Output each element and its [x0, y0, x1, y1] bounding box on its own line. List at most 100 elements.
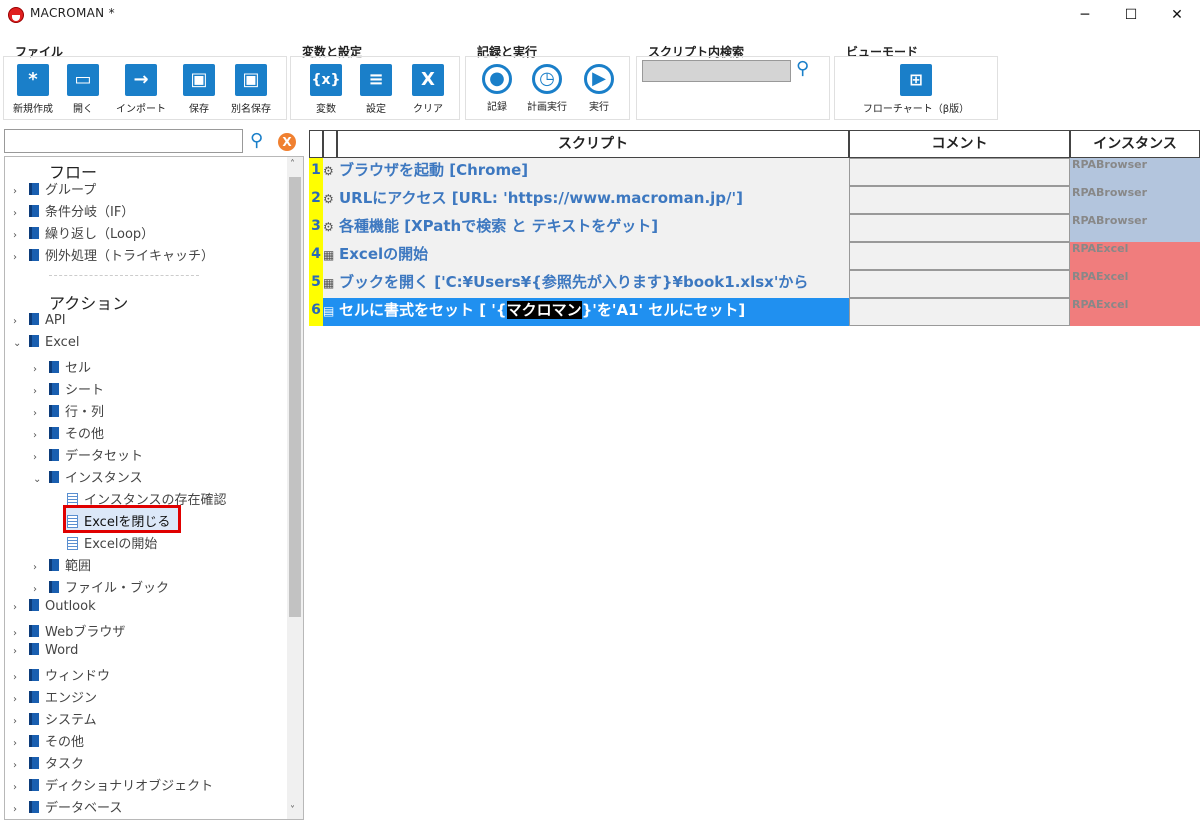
- row-number: 4: [309, 242, 323, 270]
- tree-item-webbrowser[interactable]: › Webブラウザ: [13, 621, 125, 641]
- instance-cell: RPABrowser: [1070, 186, 1200, 214]
- tree-item-cell[interactable]: › セル: [33, 357, 91, 377]
- script-row-selected[interactable]: 6 ▤ セルに書式をセット [ '{マクロマン}'を'A1' セルにセット] RP…: [309, 298, 1200, 326]
- script-text[interactable]: ▦ ブックを開く ['C:¥Users¥{参照先が入ります}¥book1.xlsx…: [323, 270, 849, 298]
- browser-action-icon: ⚙: [323, 192, 334, 206]
- save-icon: ▣: [183, 64, 215, 96]
- scroll-up-icon[interactable]: ˄: [290, 159, 295, 170]
- script-text[interactable]: ⚙ 各種機能 [XPathで検索 と テキストをゲット]: [323, 214, 849, 242]
- script-grid: スクリプト コメント インスタンス 1 ⚙ ブラウザを起動 [Chrome] RP…: [309, 130, 1200, 330]
- search-icon[interactable]: ⚲: [796, 58, 809, 79]
- tree-item-label: 条件分岐（IF）: [45, 205, 135, 220]
- tree-item-label: Outlook: [45, 599, 96, 614]
- book-icon: [29, 625, 39, 637]
- new-icon: *: [17, 64, 49, 96]
- browser-action-icon: ⚙: [323, 164, 334, 178]
- script-row[interactable]: 3 ⚙ 各種機能 [XPathで検索 と テキストをゲット] RPABrowser: [309, 214, 1200, 242]
- script-row[interactable]: 1 ⚙ ブラウザを起動 [Chrome] RPABrowser: [309, 158, 1200, 186]
- tree-item-label: エンジン: [45, 691, 98, 706]
- book-icon: [29, 249, 39, 261]
- tree-item-word[interactable]: › Word: [13, 643, 78, 663]
- comment-cell[interactable]: [849, 242, 1070, 270]
- schedule-button[interactable]: ◷ 計画実行: [517, 64, 577, 113]
- script-label: セルに書式をセット [ '{: [339, 301, 507, 319]
- script-row[interactable]: 5 ▦ ブックを開く ['C:¥Users¥{参照先が入ります}¥book1.xl…: [309, 270, 1200, 298]
- tree-item-other[interactable]: › その他: [33, 423, 104, 443]
- script-text[interactable]: ▦ Excelの開始: [323, 242, 849, 270]
- tree-item-window[interactable]: › ウィンドウ: [13, 665, 110, 685]
- clock-icon: ◷: [532, 64, 562, 94]
- settings-button[interactable]: ≡ 設定: [346, 64, 406, 115]
- script-text[interactable]: ▤ セルに書式をセット [ '{マクロマン}'を'A1' セルにセット]: [323, 298, 849, 326]
- search-icon[interactable]: ⚲: [250, 130, 263, 151]
- record-icon: ●: [482, 64, 512, 94]
- tree-item-range[interactable]: › 範囲: [33, 555, 91, 575]
- comment-cell[interactable]: [849, 214, 1070, 242]
- instance-column-header[interactable]: インスタンス: [1070, 130, 1200, 158]
- book-icon: [49, 471, 59, 483]
- script-label: }'を'A1' セルにセット]: [581, 301, 746, 319]
- minimize-button[interactable]: ─: [1062, 0, 1108, 30]
- book-icon: [29, 669, 39, 681]
- open-button[interactable]: ▭ 開く: [53, 64, 113, 115]
- maximize-button[interactable]: ☐: [1108, 0, 1154, 30]
- document-icon: [67, 515, 78, 528]
- scroll-down-icon[interactable]: ˅: [290, 805, 295, 816]
- tree-item-file-book[interactable]: › ファイル・ブック: [33, 577, 169, 597]
- tree-item-if[interactable]: › 条件分岐（IF）: [13, 201, 134, 221]
- chevron-right-icon: ›: [13, 716, 17, 727]
- clear-search-icon[interactable]: X: [278, 133, 296, 151]
- save-as-label: 別名保存: [231, 104, 271, 115]
- tree-item-excel[interactable]: ⌄ Excel: [13, 335, 79, 355]
- script-column-header[interactable]: スクリプト: [337, 130, 849, 158]
- tree-item-dataset[interactable]: › データセット: [33, 445, 143, 465]
- tree-item-dictionary[interactable]: › ディクショナリオブジェクト: [13, 775, 213, 795]
- tree-item-api[interactable]: › API: [13, 313, 66, 333]
- import-button[interactable]: → インポート: [111, 64, 171, 115]
- book-icon: [29, 205, 39, 217]
- tree-item-outlook[interactable]: › Outlook: [13, 599, 96, 619]
- script-row[interactable]: 2 ⚙ URLにアクセス [URL: 'https://www.macroman.…: [309, 186, 1200, 214]
- tree-item-instance[interactable]: ⌄ インスタンス: [33, 467, 142, 487]
- script-text[interactable]: ⚙ URLにアクセス [URL: 'https://www.macroman.jp…: [323, 186, 849, 214]
- tree-item-label: ディクショナリオブジェクト: [45, 779, 214, 794]
- comment-cell[interactable]: [849, 298, 1070, 326]
- tree-item-other2[interactable]: › その他: [13, 731, 84, 751]
- close-button[interactable]: ✕: [1154, 0, 1200, 30]
- comment-cell[interactable]: [849, 270, 1070, 298]
- chevron-right-icon: ›: [13, 230, 17, 241]
- tree-item-label: ファイル・ブック: [65, 581, 170, 596]
- tree-item-engine[interactable]: › エンジン: [13, 687, 97, 707]
- comment-cell[interactable]: [849, 158, 1070, 186]
- scroll-thumb[interactable]: [289, 177, 301, 617]
- comment-cell[interactable]: [849, 186, 1070, 214]
- import-label: インポート: [116, 104, 166, 115]
- tree-item-task[interactable]: › タスク: [13, 753, 84, 773]
- flowchart-label: フローチャート（β版）: [862, 104, 970, 115]
- tree-item-loop[interactable]: › 繰り返し（Loop）: [13, 223, 154, 243]
- chevron-right-icon: ›: [13, 694, 17, 705]
- tree-scrollbar[interactable]: ˄ ˅: [287, 157, 303, 819]
- tree-item-database[interactable]: › データベース: [13, 797, 122, 817]
- run-button[interactable]: ▶ 実行: [569, 64, 629, 113]
- comment-column-header[interactable]: コメント: [849, 130, 1070, 158]
- separator: [49, 275, 199, 276]
- tree-item-trycatch[interactable]: › 例外処理（トライキャッチ）: [13, 245, 214, 265]
- save-as-button[interactable]: ▣ 別名保存: [221, 64, 281, 115]
- tree-item-rowcol[interactable]: › 行・列: [33, 401, 104, 421]
- script-row[interactable]: 4 ▦ Excelの開始 RPAExcel: [309, 242, 1200, 270]
- tree-item-system[interactable]: › システム: [13, 709, 97, 729]
- tree-item-group[interactable]: › グループ: [13, 179, 96, 199]
- script-text[interactable]: ⚙ ブラウザを起動 [Chrome]: [323, 158, 849, 186]
- book-icon: [49, 559, 59, 571]
- tree-item-label: シート: [65, 383, 105, 398]
- tree-item-start-excel[interactable]: Excelの開始: [67, 533, 157, 553]
- script-search-input[interactable]: [642, 60, 791, 82]
- tree-item-close-excel[interactable]: Excelを閉じる: [67, 511, 170, 531]
- flowchart-button[interactable]: ⊞ フローチャート（β版）: [856, 64, 976, 115]
- save-button[interactable]: ▣ 保存: [169, 64, 229, 115]
- action-search-input[interactable]: [4, 129, 243, 153]
- chevron-down-icon: ⌄: [13, 338, 22, 349]
- tree-item-sheet[interactable]: › シート: [33, 379, 104, 399]
- clear-button[interactable]: X クリア: [398, 64, 458, 115]
